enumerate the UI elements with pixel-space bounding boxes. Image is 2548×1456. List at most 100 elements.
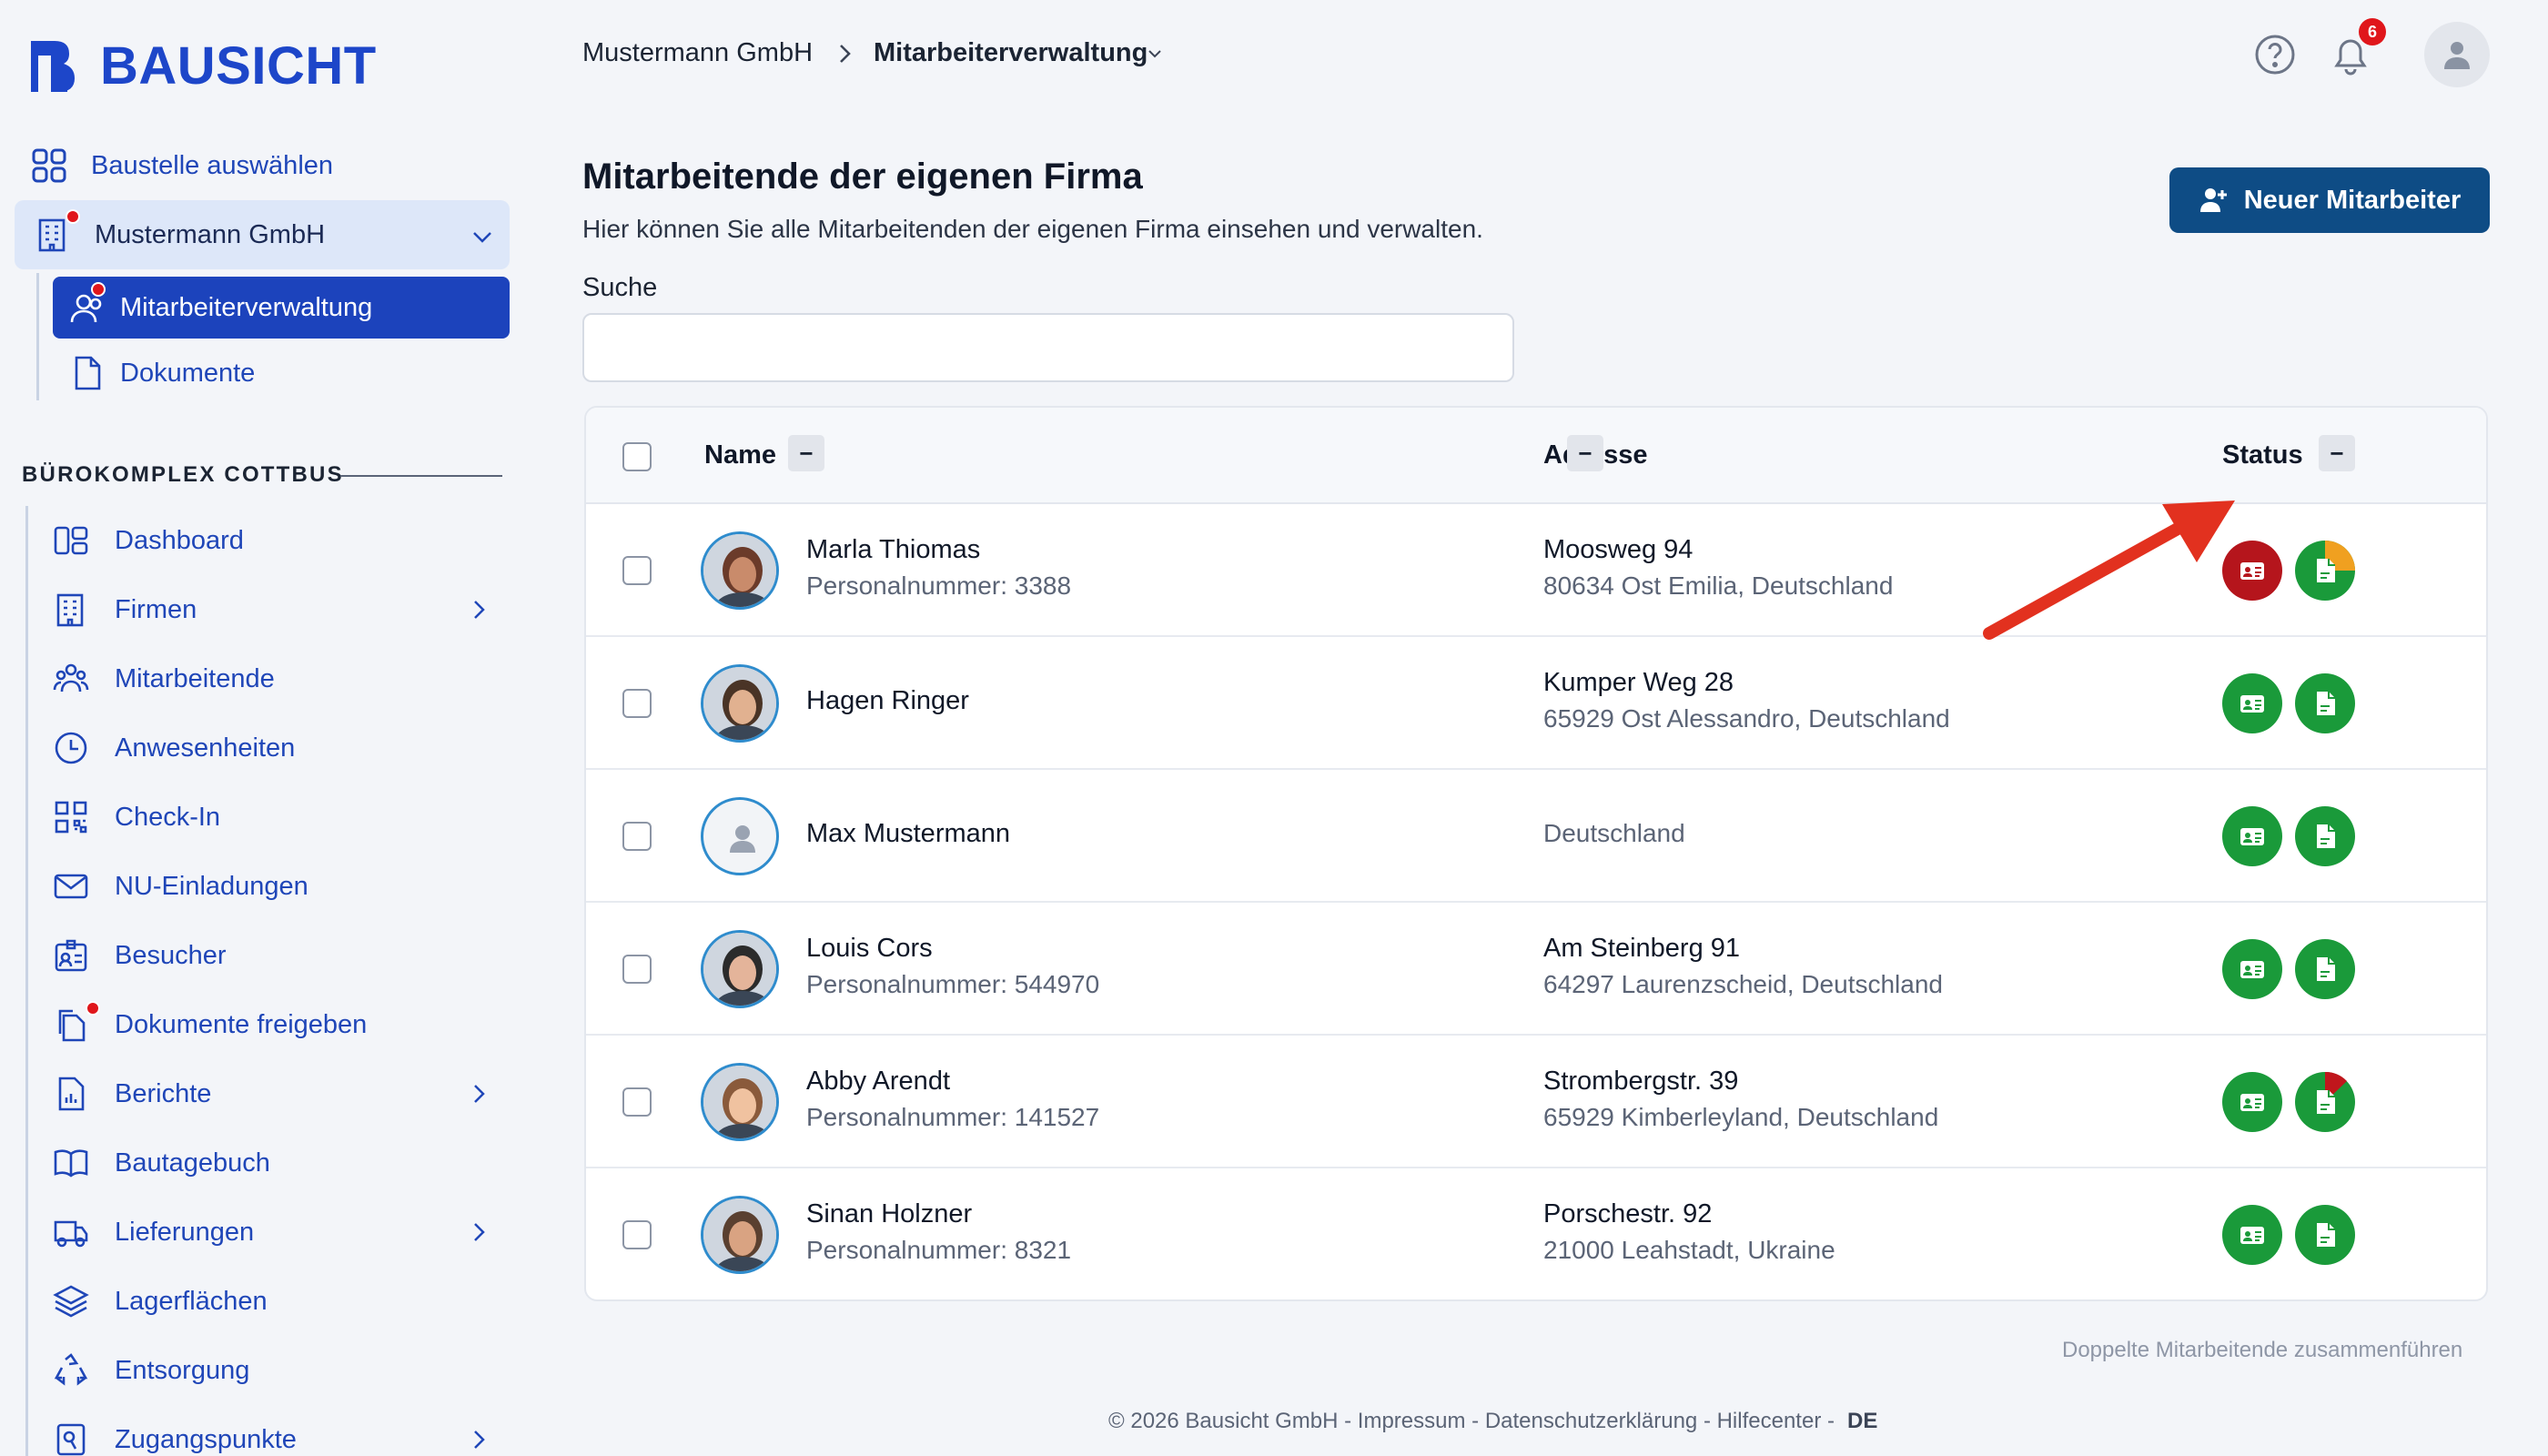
sidebar-item-zugangspunkte[interactable]: Zugangspunkte: [51, 1420, 297, 1456]
dashboard-icon: [51, 521, 91, 561]
chevron-right-icon[interactable]: [466, 1219, 491, 1249]
sidebar-item-bautagebuch[interactable]: Bautagebuch: [51, 1143, 270, 1183]
sidebar-item-entsorgung[interactable]: Entsorgung: [51, 1350, 249, 1390]
bausicht-logo-icon: [31, 41, 75, 92]
mail-icon: [51, 866, 91, 906]
id-card-status-icon[interactable]: [2222, 673, 2282, 733]
language-switch[interactable]: DE: [1847, 1409, 1877, 1433]
table-row[interactable]: Hagen Ringer Kumper Weg 28 65929 Ost Aless…: [586, 637, 2486, 770]
brand-name: BAUSICHT: [100, 36, 377, 96]
document-status-icon[interactable]: [2295, 939, 2355, 999]
user-avatar[interactable]: [2424, 22, 2490, 87]
section-divider: [340, 475, 502, 477]
employee-number: Personalnummer: 544970: [806, 970, 1100, 998]
row-checkbox[interactable]: [622, 1220, 652, 1249]
id-card-status-icon[interactable]: [2222, 806, 2282, 866]
search-input[interactable]: [582, 313, 1514, 382]
chevron-right-icon[interactable]: [466, 1427, 491, 1456]
address-street: Kumper Weg 28: [1543, 668, 1734, 697]
row-checkbox[interactable]: [622, 1087, 652, 1117]
breadcrumb-root[interactable]: Mustermann GmbH: [582, 38, 813, 68]
help-icon[interactable]: [2253, 33, 2297, 81]
document-status-icon[interactable]: [2295, 541, 2355, 601]
table-row[interactable]: Sinan Holzner Personalnummer: 8321 Porsche…: [586, 1168, 2486, 1299]
sidebar-item-mitarbeitende[interactable]: Mitarbeitende: [51, 659, 275, 699]
sidebar-item-label: Dashboard: [115, 525, 244, 555]
notification-dot: [66, 209, 80, 224]
chevron-right-icon[interactable]: [466, 1081, 491, 1111]
sidebar-item-documents[interactable]: Dokumente: [67, 353, 255, 393]
employee-name[interactable]: Abby Arendt: [806, 1067, 950, 1097]
sidebar-item-besucher[interactable]: Besucher: [51, 935, 227, 976]
select-site-link[interactable]: Baustelle auswählen: [29, 146, 333, 186]
sidebar-item-dokumente-freigeben[interactable]: Dokumente freigeben: [51, 1001, 368, 1045]
column-header-name[interactable]: Name: [704, 440, 776, 470]
users-icon: [67, 282, 107, 328]
notification-dot: [91, 282, 106, 297]
sidebar-item-label: Dokumente freigeben: [115, 1009, 368, 1039]
brand-logo[interactable]: BAUSICHT: [27, 35, 377, 98]
building-icon: [33, 209, 80, 255]
employee-name[interactable]: Hagen Ringer: [806, 686, 969, 716]
sidebar-item-lagerfl-chen[interactable]: Lagerflächen: [51, 1281, 268, 1321]
employee-number: Personalnummer: 3388: [806, 571, 1072, 600]
new-employee-label: Neuer Mitarbeiter: [2243, 185, 2462, 215]
row-checkbox[interactable]: [622, 556, 652, 585]
employee-name[interactable]: Max Mustermann: [806, 819, 1010, 849]
sidebar-item-label: Bautagebuch: [115, 1148, 270, 1178]
row-checkbox[interactable]: [622, 689, 652, 718]
footer: © 2026 Bausicht GmbH - Impressum - Daten…: [1108, 1409, 1877, 1434]
sidebar-item-label: Dokumente: [120, 358, 256, 388]
employee-name[interactable]: Sinan Holzner: [806, 1199, 972, 1229]
sidebar-item-anwesenheiten[interactable]: Anwesenheiten: [51, 728, 295, 768]
address-city: 21000 Leahstadt, Ukraine: [1543, 1236, 1835, 1264]
employee-name[interactable]: Louis Cors: [806, 934, 933, 964]
table-row[interactable]: Max Mustermann Deutschland: [586, 770, 2486, 903]
sidebar-item-firmen[interactable]: Firmen: [51, 590, 197, 630]
sidebar-item-nu-einladungen[interactable]: NU-Einladungen: [51, 866, 308, 906]
footer-text[interactable]: © 2026 Bausicht GmbH - Impressum - Daten…: [1108, 1409, 1835, 1433]
employee-name[interactable]: Marla Thiomas: [806, 535, 980, 565]
employee-avatar: [701, 664, 779, 743]
merge-duplicates-link[interactable]: Doppelte Mitarbeitende zusammenführen: [2062, 1338, 2462, 1363]
row-checkbox[interactable]: [622, 955, 652, 984]
company-item[interactable]: Mustermann GmbH: [33, 209, 326, 255]
chevron-right-icon[interactable]: [466, 597, 491, 627]
sidebar-item-lieferungen[interactable]: Lieferungen: [51, 1212, 254, 1252]
chevron-down-icon[interactable]: [470, 224, 495, 254]
page-subtitle: Hier können Sie alle Mitarbeitenden der …: [582, 215, 1483, 243]
collapse-name-button[interactable]: −: [788, 435, 824, 471]
sidebar-item-dashboard[interactable]: Dashboard: [51, 521, 244, 561]
table-row[interactable]: Louis Cors Personalnummer: 544970 Am Stein…: [586, 903, 2486, 1036]
employee-avatar: [701, 930, 779, 1008]
notification-dot: [86, 1001, 100, 1016]
sidebar-item-label: Mitarbeiterverwaltung: [120, 292, 373, 322]
sidebar-item-berichte[interactable]: Berichte: [51, 1074, 211, 1114]
chevron-down-icon[interactable]: [1147, 46, 1163, 66]
employee-avatar: [701, 1063, 779, 1141]
id-card-status-icon[interactable]: [2222, 1205, 2282, 1265]
collapse-status-button[interactable]: −: [2319, 435, 2355, 471]
breadcrumb-current[interactable]: Mitarbeiterverwaltung: [874, 38, 1148, 68]
sidebar: BAUSICHT Baustelle auswählen Mustermann …: [0, 0, 528, 1456]
collapse-address-button[interactable]: −: [1567, 435, 1603, 471]
document-status-icon[interactable]: [2295, 1072, 2355, 1132]
select-all-checkbox[interactable]: [622, 442, 652, 471]
document-status-icon[interactable]: [2295, 1205, 2355, 1265]
sidebar-item-label: Check-In: [115, 802, 221, 832]
address-street: Moosweg 94: [1543, 535, 1694, 564]
document-status-icon[interactable]: [2295, 673, 2355, 733]
address-street: Am Steinberg 91: [1543, 934, 1741, 963]
row-checkbox[interactable]: [622, 822, 652, 851]
sidebar-item-label: Lagerflächen: [115, 1286, 268, 1316]
address-city: 65929 Kimberleyland, Deutschland: [1543, 1103, 1939, 1131]
new-employee-button[interactable]: Neuer Mitarbeiter: [2169, 167, 2490, 233]
id-card-status-icon[interactable]: [2222, 1072, 2282, 1132]
id-card-status-icon[interactable]: [2222, 939, 2282, 999]
company-label: Mustermann GmbH: [95, 219, 326, 249]
document-status-icon[interactable]: [2295, 806, 2355, 866]
column-header-status[interactable]: Status: [2222, 440, 2303, 470]
sidebar-item-check-in[interactable]: Check-In: [51, 797, 220, 837]
table-row[interactable]: Abby Arendt Personalnummer: 141527 Strombe…: [586, 1036, 2486, 1168]
sidebar-item-employee-management[interactable]: Mitarbeiterverwaltung: [67, 282, 373, 328]
